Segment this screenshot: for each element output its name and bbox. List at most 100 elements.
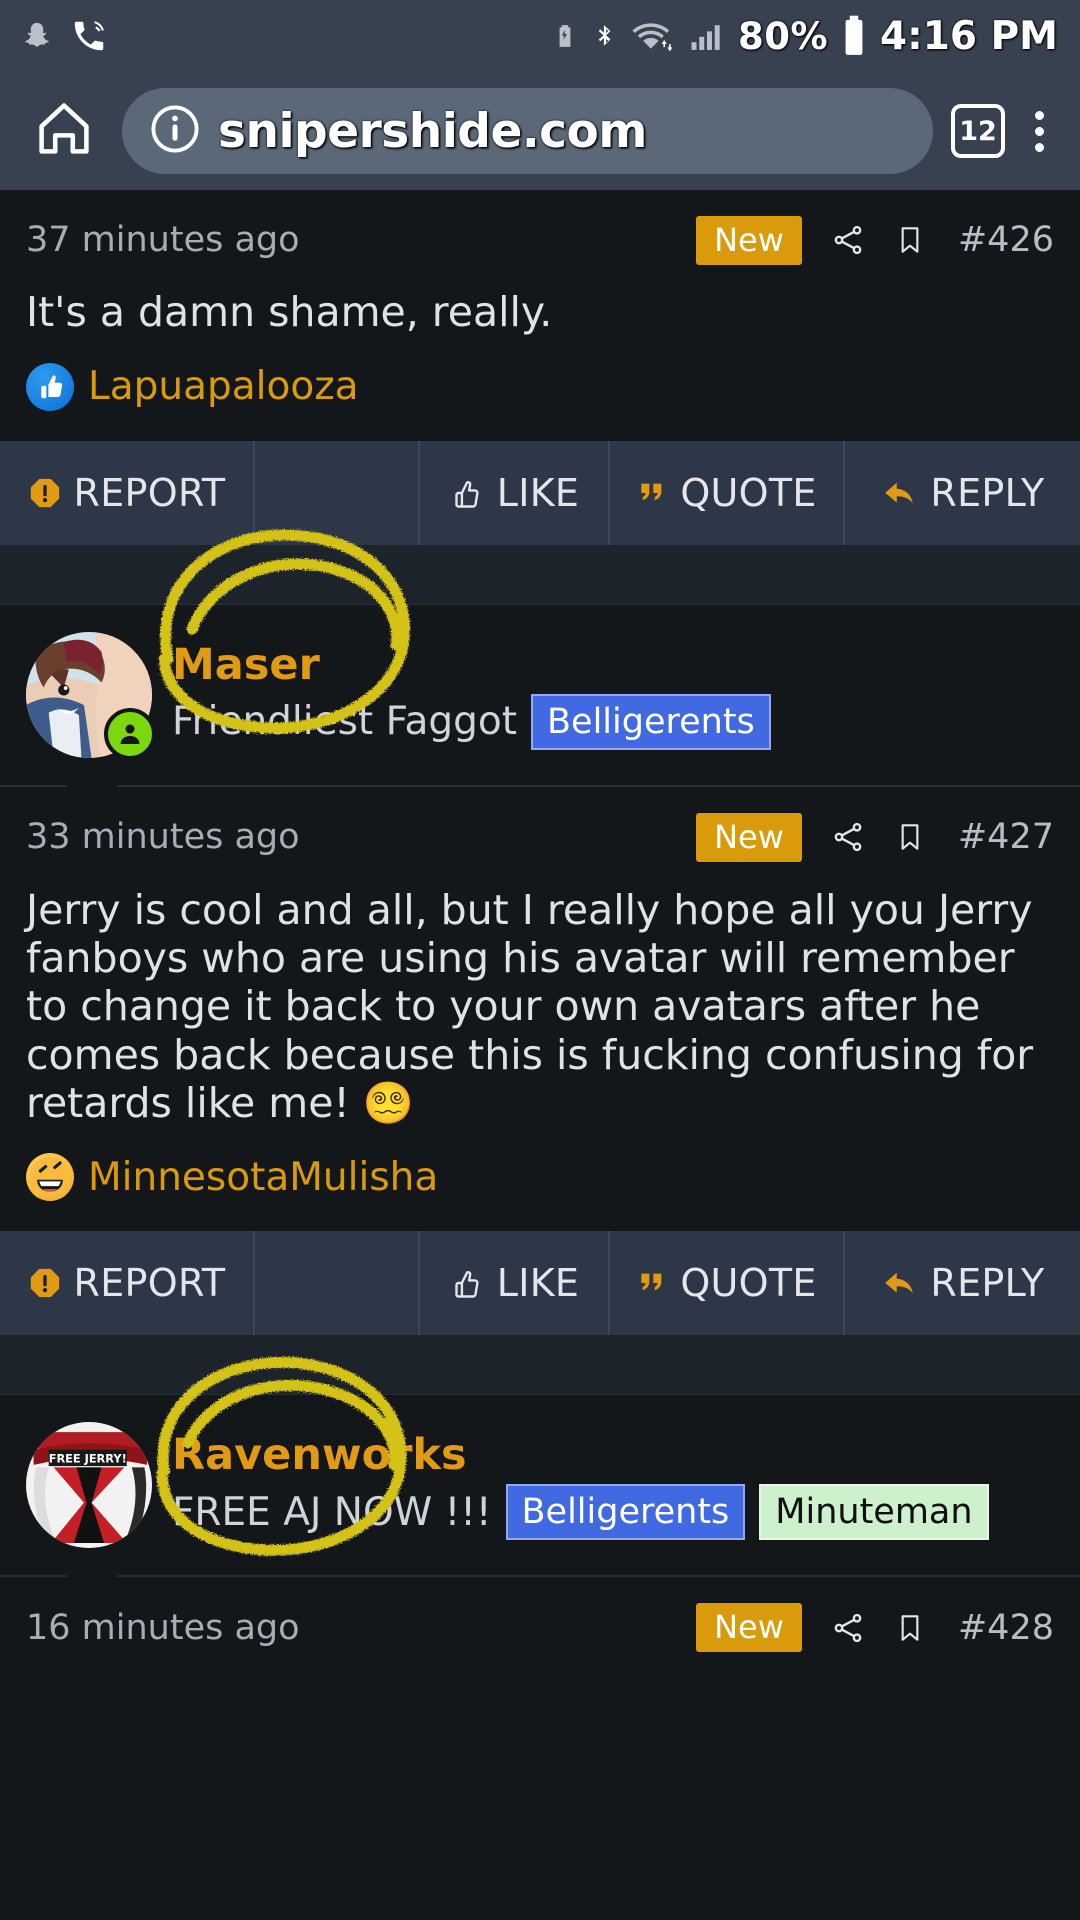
report-alert-icon <box>28 475 62 511</box>
clock: 4:16 PM <box>880 13 1058 59</box>
post-426: 37 minutes ago New #426 It's a damn sham… <box>0 190 1080 441</box>
user-badge-minuteman: Minuteman <box>759 1484 989 1541</box>
overflow-menu-icon[interactable] <box>1023 105 1056 158</box>
post-signature: Lapuapalooza <box>0 341 1080 441</box>
section-gap <box>0 1335 1080 1396</box>
post-number: #427 <box>957 817 1054 858</box>
quote-label: QUOTE <box>680 470 817 515</box>
call-signal-icon <box>70 16 108 56</box>
home-icon[interactable] <box>24 97 104 165</box>
user-title: Friendliest Faggot <box>172 699 518 745</box>
post-timestamp: 16 minutes ago <box>26 1607 300 1648</box>
signature-username[interactable]: Lapuapalooza <box>88 364 359 409</box>
speech-tail <box>64 782 120 811</box>
action-spacer <box>255 440 420 545</box>
post-text: It's a damn shame, really. <box>26 287 553 336</box>
tab-switcher-button[interactable]: 12 <box>951 104 1005 158</box>
tab-count-label: 12 <box>959 115 997 147</box>
reply-button[interactable]: REPLY <box>845 1231 1080 1335</box>
bookmark-icon[interactable] <box>894 817 930 857</box>
avatar-wrapper[interactable]: FREE JERRY! <box>26 1422 152 1549</box>
quote-label: QUOTE <box>680 1261 817 1306</box>
like-button[interactable]: LIKE <box>420 440 610 545</box>
thumbs-up-reaction-icon <box>26 362 74 411</box>
reply-arrow-icon <box>880 1265 918 1301</box>
info-circle-icon[interactable] <box>148 102 202 160</box>
user-info: Ravenworks FREE AJ NOW !!! Belligerents … <box>172 1430 989 1541</box>
wifi-icon <box>632 16 676 56</box>
post-header: 16 minutes ago New #428 <box>0 1577 1080 1660</box>
report-button[interactable]: REPORT <box>0 1231 255 1336</box>
post-427: 33 minutes ago New #427 Jerry is cool an… <box>0 787 1080 1232</box>
like-label: LIKE <box>496 470 580 515</box>
post-signature: MinnesotaMulisha <box>0 1131 1080 1231</box>
reply-button[interactable]: REPLY <box>845 441 1080 545</box>
new-badge: New <box>696 1603 802 1653</box>
bookmark-icon[interactable] <box>894 1608 930 1648</box>
battery-percent: 80% <box>737 14 829 58</box>
thumbs-up-icon <box>449 474 485 512</box>
post-text: Jerry is cool and all, but I really hope… <box>26 885 1034 1128</box>
reply-label: REPLY <box>930 470 1045 515</box>
address-bar[interactable]: snipershide.com <box>122 88 933 174</box>
username[interactable]: Maser <box>172 640 771 690</box>
share-icon[interactable] <box>830 817 866 857</box>
avatar-wrapper[interactable] <box>26 631 156 760</box>
speech-tail <box>64 1573 120 1602</box>
screen: 80% 4:16 PM snipershide.com 12 37 minute… <box>0 0 1080 1920</box>
user-card-ravenworks[interactable]: FREE JERRY! Ravenworks FREE AJ NOW !!! B… <box>0 1357 1080 1602</box>
cellular-signal-icon <box>690 16 724 56</box>
svg-text:FREE JERRY!: FREE JERRY! <box>49 1452 127 1466</box>
quote-button[interactable]: QUOTE <box>610 440 845 545</box>
quote-icon <box>636 475 668 511</box>
bluetooth-icon <box>592 16 618 56</box>
battery-saver-icon <box>552 16 578 56</box>
user-title: FREE AJ NOW !!! <box>172 1489 492 1535</box>
post-number: #426 <box>957 220 1054 261</box>
report-label: REPORT <box>73 1261 226 1306</box>
post-action-bar: REPORT LIKE QUOTE REPLY <box>0 440 1080 545</box>
url-text: snipershide.com <box>218 103 647 159</box>
status-bar-right-icons: 80% 4:16 PM <box>552 14 1058 59</box>
post-428: 16 minutes ago New #428 <box>0 1577 1080 1660</box>
status-bar-left-icons <box>22 16 108 56</box>
post-header: 37 minutes ago New #426 <box>0 190 1080 273</box>
username[interactable]: Ravenworks <box>172 1430 989 1480</box>
browser-toolbar: snipershide.com 12 <box>0 72 1080 190</box>
quote-button[interactable]: QUOTE <box>610 1231 845 1336</box>
signature-username[interactable]: MinnesotaMulisha <box>88 1155 438 1200</box>
action-spacer <box>255 1231 420 1336</box>
thumbs-up-icon <box>449 1264 485 1302</box>
rofl-reaction-icon <box>26 1153 74 1202</box>
post-timestamp: 33 minutes ago <box>26 817 300 858</box>
quote-icon <box>636 1265 668 1301</box>
new-badge: New <box>696 812 802 862</box>
share-icon[interactable] <box>830 1608 866 1648</box>
user-badge-belligerents: Belligerents <box>531 693 771 750</box>
user-card-maser[interactable]: Maser Friendliest Faggot Belligerents <box>0 529 1080 811</box>
like-label: LIKE <box>496 1261 580 1306</box>
snapchat-icon <box>22 16 52 56</box>
free-jerry-hat-avatar[interactable]: FREE JERRY! <box>26 1422 152 1549</box>
android-status-bar: 80% 4:16 PM <box>0 0 1080 72</box>
post-header: 33 minutes ago New #427 <box>0 787 1080 870</box>
reply-arrow-icon <box>880 475 918 511</box>
reply-label: REPLY <box>930 1261 1045 1306</box>
post-number: #428 <box>957 1607 1054 1648</box>
new-badge: New <box>696 216 802 265</box>
forum-thread: 37 minutes ago New #426 It's a damn sham… <box>0 190 1080 1661</box>
battery-icon <box>842 15 866 57</box>
post-timestamp: 37 minutes ago <box>26 220 300 261</box>
post-action-bar: REPORT LIKE QUOTE REPLY <box>0 1231 1080 1336</box>
bookmark-icon[interactable] <box>894 220 930 260</box>
share-icon[interactable] <box>830 220 866 260</box>
report-button[interactable]: REPORT <box>0 440 255 545</box>
report-label: REPORT <box>73 470 226 515</box>
user-badge-belligerents: Belligerents <box>505 1484 746 1541</box>
report-alert-icon <box>28 1265 62 1301</box>
user-title-row: Friendliest Faggot Belligerents <box>172 693 771 750</box>
section-gap <box>0 544 1080 605</box>
user-info: Maser Friendliest Faggot Belligerents <box>172 640 771 750</box>
like-button[interactable]: LIKE <box>420 1231 610 1336</box>
online-status-icon <box>104 707 156 760</box>
